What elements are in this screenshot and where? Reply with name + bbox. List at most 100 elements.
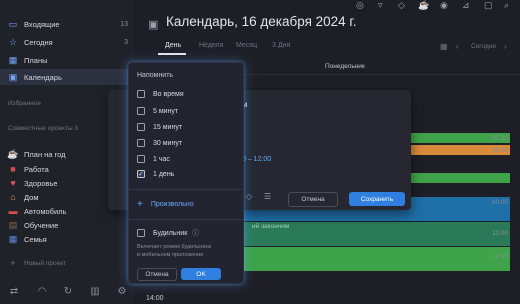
page-title: Календарь, 16 декабря 2024 г. — [166, 14, 357, 29]
time-label: 08:00 — [491, 147, 508, 154]
sidebar-item-count: 13 — [120, 20, 128, 28]
tab-week[interactable]: Неделя — [199, 42, 223, 49]
project-label: Работа — [24, 164, 49, 174]
tab-month[interactable]: Месяц — [236, 42, 257, 49]
popup-header: Напомнить — [137, 72, 174, 79]
home-icon: ⌂ — [10, 192, 16, 202]
target-icon[interactable]: ◉ — [440, 0, 450, 10]
time-label-14: 14:00 — [146, 295, 164, 302]
briefcase-icon: ■ — [10, 164, 16, 174]
wifi-icon[interactable]: ◠ — [36, 285, 48, 297]
project-label: План на год — [24, 149, 66, 159]
tab-day[interactable]: День — [165, 42, 181, 49]
tag-icon[interactable]: ◇ — [398, 0, 408, 10]
time-label: 12:00 — [491, 253, 508, 260]
plus-icon: + — [10, 258, 16, 268]
settings-icon[interactable]: ⚙ — [116, 285, 128, 297]
filter-icon[interactable]: ▿ — [378, 0, 388, 10]
sync-icon[interactable]: ◎ — [356, 0, 366, 10]
project-label: Обучение — [24, 220, 59, 230]
option-30-min[interactable]: 30 минут — [137, 136, 182, 150]
custom-option[interactable]: + Произвольно — [137, 197, 194, 211]
checkbox[interactable] — [137, 90, 145, 98]
checkbox[interactable] — [137, 139, 145, 147]
alarm-option[interactable]: Будильник ⓘ — [137, 226, 199, 240]
car-icon: ▬ — [8, 206, 18, 216]
project-label: Автомобиль — [24, 206, 67, 216]
history-icon[interactable]: ↻ — [62, 285, 74, 297]
time-label: 10:00 — [491, 199, 508, 206]
option-label: 15 минут — [153, 123, 183, 131]
calendar-title-icon: ▣ — [148, 19, 159, 31]
weekday-header: Понедельник — [325, 63, 365, 70]
alarm-description: Включает режим будильника в мобильном пр… — [137, 243, 211, 259]
prev-icon[interactable]: ‹ — [456, 42, 459, 51]
plus-icon: + — [137, 198, 143, 210]
sidebar-item-label: Сегодня — [24, 37, 53, 47]
option-label: 1 день — [153, 170, 175, 178]
checkbox[interactable] — [137, 229, 145, 237]
time-label: 11:00 — [492, 230, 508, 237]
coffee-icon: ☕ — [7, 148, 19, 159]
event-block-green[interactable] — [242, 247, 510, 271]
family-icon: ▦ — [8, 233, 18, 244]
project-label: Семья — [24, 234, 47, 244]
trash-icon[interactable]: ▥ — [89, 285, 101, 297]
sidebar-item-label: Входящие — [24, 19, 60, 29]
checkbox[interactable] — [137, 107, 145, 115]
calendar-plans-icon: ▦ — [8, 54, 18, 65]
checkbox-checked[interactable]: ✓ — [137, 170, 145, 178]
sidebar-item-label: Календарь — [24, 72, 62, 82]
option-label: 5 минут — [153, 107, 179, 115]
section-shared[interactable]: Совместные проекты 3 — [8, 125, 78, 132]
checkbox[interactable] — [137, 123, 145, 131]
coffee-toolbar-icon[interactable]: ☕ — [418, 0, 429, 10]
pin-icon[interactable]: ⊿ — [462, 0, 472, 10]
list-icon[interactable]: ☰ — [264, 192, 271, 201]
sidebar-item-today[interactable]: ☆ Сегодня 3 — [0, 34, 134, 50]
reminder-popup: Напомнить Во время 5 минут 15 минут 30 м… — [128, 62, 244, 284]
option-on-time[interactable]: Во время — [137, 87, 184, 101]
section-favorites: Избранное — [8, 100, 41, 107]
inbox-icon: ▭ — [8, 18, 18, 29]
option-15-min[interactable]: 15 минут — [137, 120, 182, 134]
option-label: 1 час — [153, 155, 170, 163]
card-time[interactable]: 0 – 12:00 — [242, 156, 271, 163]
calendar-icon: ▣ — [8, 71, 18, 82]
option-1-hour[interactable]: 1 час — [137, 152, 170, 166]
book-icon: ▤ — [8, 219, 18, 230]
heart-icon: ♥ — [10, 178, 16, 188]
new-project-label: Новый проект — [24, 259, 67, 267]
sidebar-item-inbox[interactable]: ▭ Входящие 13 — [0, 16, 134, 32]
mini-calendar-icon[interactable]: ▦ — [440, 42, 448, 51]
option-5-min[interactable]: 5 минут — [137, 104, 178, 118]
today-button[interactable]: Сегодня — [471, 43, 496, 50]
time-label: 07:30 — [491, 135, 508, 142]
option-1-day[interactable]: ✓ 1 день — [137, 167, 174, 181]
next-icon[interactable]: › — [504, 42, 507, 51]
alarm-desc-line: в мобильном приложении — [137, 252, 204, 258]
card-cancel-button[interactable]: Отмена — [288, 192, 338, 207]
active-tab-underline — [158, 53, 186, 55]
checkbox[interactable] — [137, 155, 145, 163]
event-bar-green-2[interactable] — [410, 173, 510, 183]
option-label: 30 минут — [153, 139, 183, 147]
project-label: Дом — [24, 192, 39, 202]
popup-cancel-button[interactable]: Отмена — [137, 268, 177, 281]
chat-icon[interactable]: ▢ — [484, 0, 494, 10]
help-icon[interactable]: ⓘ — [192, 228, 199, 238]
sidebar-item-label: Планы — [24, 55, 48, 65]
sidebar-item-count: 3 — [124, 38, 128, 46]
tab-3days[interactable]: 3 Дня — [272, 42, 290, 49]
sidebar-item-plans[interactable]: ▦ Планы — [0, 52, 134, 68]
alarm-desc-line: Включает режим будильника — [137, 244, 211, 250]
shuffle-icon[interactable]: ⇄ — [8, 285, 20, 297]
option-label: Во время — [153, 90, 184, 98]
card-save-button[interactable]: Сохранить — [349, 192, 405, 206]
new-project-button[interactable]: + Новый проект — [0, 255, 134, 271]
project-family[interactable]: ▦ Семья — [0, 231, 134, 247]
search-icon[interactable]: ⌕ — [504, 0, 514, 10]
popup-ok-button[interactable]: OK — [181, 268, 221, 280]
sidebar-item-calendar[interactable]: ▣ Календарь — [0, 69, 134, 85]
tag-icon[interactable]: ◇ — [246, 192, 252, 201]
